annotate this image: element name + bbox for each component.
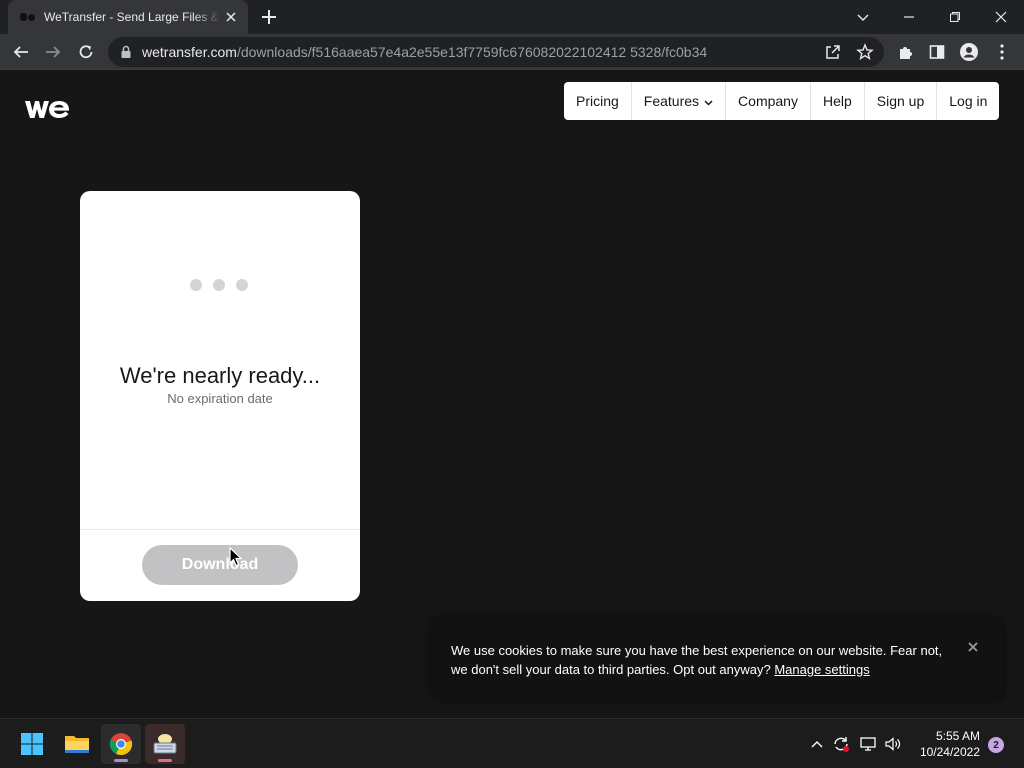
notification-badge[interactable]: 2: [988, 737, 1004, 753]
loading-dots-icon: [190, 279, 248, 291]
side-panel-icon[interactable]: [924, 39, 950, 65]
browser-tab[interactable]: WeTransfer - Send Large Files & Share Ph…: [8, 0, 248, 34]
close-icon[interactable]: [965, 639, 981, 655]
tab-search-chevron-icon[interactable]: [840, 0, 886, 34]
restore-icon[interactable]: [932, 0, 978, 34]
active-app-indicator: [114, 759, 128, 762]
sync-icon[interactable]: [831, 734, 851, 754]
loading-dot: [190, 279, 202, 291]
nav-signup[interactable]: Sign up: [863, 82, 936, 120]
active-app-indicator: [158, 759, 172, 762]
chevron-up-icon[interactable]: [807, 734, 827, 754]
lock-icon[interactable]: [120, 45, 132, 64]
loading-dot: [236, 279, 248, 291]
volume-icon[interactable]: [883, 734, 903, 754]
tab-title: WeTransfer - Send Large Files & Share Ph…: [44, 10, 220, 24]
back-arrow-icon[interactable]: [8, 39, 34, 65]
extensions-puzzle-icon[interactable]: [893, 39, 919, 65]
file-explorer-icon[interactable]: [57, 724, 97, 764]
browser-titlebar: WeTransfer - Send Large Files & Share Ph…: [0, 0, 1024, 34]
system-clock[interactable]: 5:55 AM 10/24/2022: [906, 728, 980, 760]
chrome-icon[interactable]: [101, 724, 141, 764]
chevron-down-icon: [704, 93, 713, 109]
clock-time: 5:55 AM: [935, 729, 980, 743]
url-domain: wetransfer.com: [142, 44, 237, 60]
wetransfer-logo-icon[interactable]: [24, 97, 70, 126]
close-window-icon[interactable]: [978, 0, 1024, 34]
cookie-text: We use cookies to make sure you have the…: [451, 641, 951, 679]
address-bar[interactable]: wetransfer.com/downloads/f516aaea57e4a2e…: [108, 37, 884, 67]
nav-features[interactable]: Features: [630, 82, 725, 120]
expiration-text: No expiration date: [167, 391, 273, 406]
cookie-banner: We use cookies to make sure you have the…: [432, 620, 1002, 698]
nav-help[interactable]: Help: [809, 82, 864, 120]
minimize-icon[interactable]: [886, 0, 932, 34]
clock-date: 10/24/2022: [919, 745, 980, 759]
windows-start-icon[interactable]: [12, 724, 52, 764]
profile-avatar-icon[interactable]: [956, 39, 982, 65]
wetransfer-favicon-icon: [20, 9, 36, 25]
loading-dot: [213, 279, 225, 291]
download-button[interactable]: Download: [142, 545, 298, 585]
nav-features-label: Features: [643, 93, 700, 109]
page-content: Pricing Features Company Help Sign up Lo…: [0, 71, 1024, 718]
url-text[interactable]: wetransfer.com/downloads/f516aaea57e4a2e…: [142, 44, 707, 60]
network-icon[interactable]: [858, 734, 878, 754]
bookmark-star-icon[interactable]: [856, 43, 874, 66]
share-icon[interactable]: [824, 43, 842, 66]
top-nav: Pricing Features Company Help Sign up Lo…: [564, 82, 1000, 120]
nav-pricing[interactable]: Pricing: [564, 82, 631, 120]
new-tab-icon[interactable]: [258, 6, 280, 28]
windows-taskbar: 5:55 AM 10/24/2022 2: [0, 718, 1024, 768]
forward-arrow-icon[interactable]: [40, 39, 66, 65]
manage-settings-link[interactable]: Manage settings: [774, 662, 869, 677]
close-tab-icon[interactable]: [222, 8, 240, 26]
download-card: We're nearly ready... No expiration date…: [80, 191, 360, 601]
mouse-cursor-icon: [229, 546, 243, 572]
nav-company[interactable]: Company: [725, 82, 810, 120]
browser-toolbar: wetransfer.com/downloads/f516aaea57e4a2e…: [0, 34, 1024, 70]
card-divider: [80, 529, 360, 530]
card-title: We're nearly ready...: [119, 363, 321, 388]
browser-menu-icon[interactable]: [989, 39, 1015, 65]
nav-login[interactable]: Log in: [936, 82, 999, 120]
url-path: /downloads/f516aaea57e4a2e55e13f7759fc67…: [236, 44, 708, 60]
reload-icon[interactable]: [73, 39, 99, 65]
keyboard-app-icon[interactable]: [145, 724, 185, 764]
